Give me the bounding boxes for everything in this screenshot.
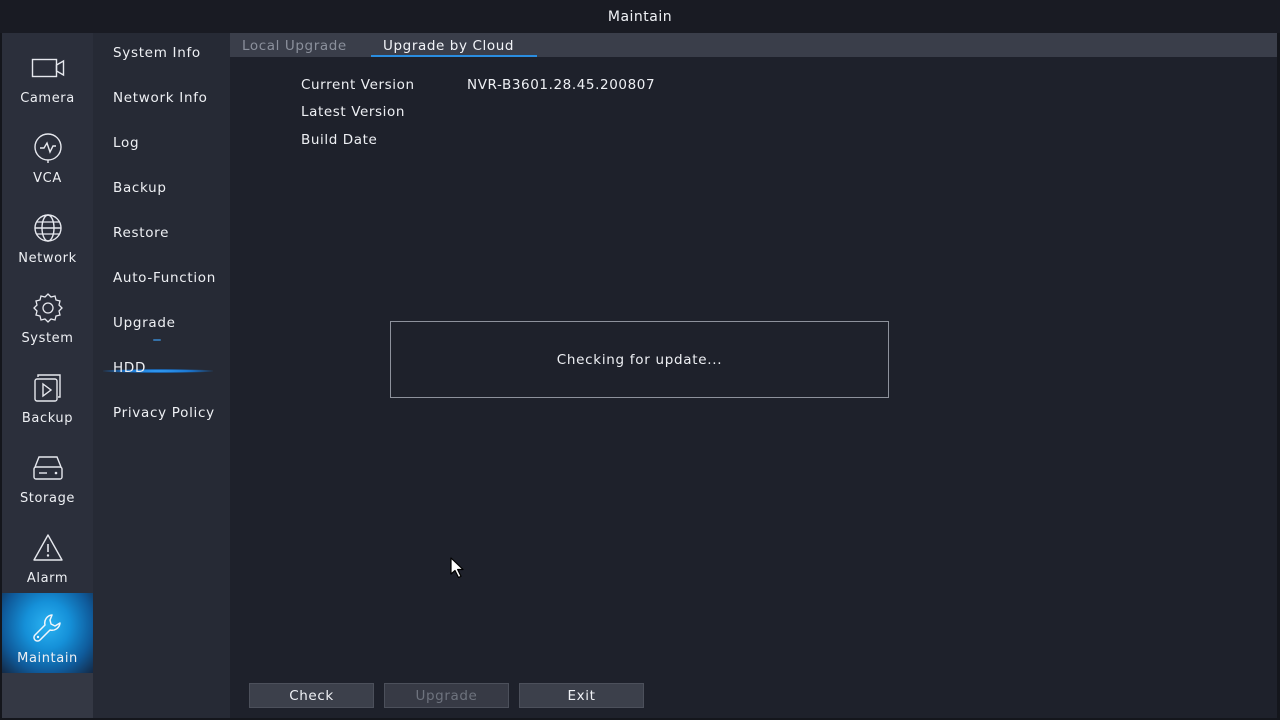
nav-item-system[interactable]: System <box>2 273 93 353</box>
wrench-icon <box>31 611 65 645</box>
nav-item-storage[interactable]: Storage <box>2 433 93 513</box>
backup-icon <box>31 371 65 405</box>
check-button[interactable]: Check <box>249 683 374 708</box>
nav-item-camera[interactable]: Camera <box>2 33 93 113</box>
sub-item-network-info[interactable]: Network Info <box>113 90 208 106</box>
nav-label: VCA <box>33 171 62 186</box>
window-title: Maintain <box>0 0 1280 33</box>
nav-label: Network <box>18 251 77 266</box>
sub-item-system-info[interactable]: System Info <box>113 45 201 61</box>
nav-item-network[interactable]: Network <box>2 193 93 273</box>
sub-menu: System Info Network Info Log Backup Rest… <box>93 33 230 718</box>
nav-item-alarm[interactable]: Alarm <box>2 513 93 593</box>
hdd-icon <box>31 451 65 485</box>
current-version-label: Current Version <box>301 77 415 93</box>
upgrade-button[interactable]: Upgrade <box>384 683 509 708</box>
tab-bar: Local Upgrade Upgrade by Cloud <box>230 33 1277 57</box>
build-date-label: Build Date <box>301 132 378 148</box>
sub-item-log[interactable]: Log <box>113 135 139 151</box>
nav-label: Maintain <box>17 651 78 666</box>
nav-label: Backup <box>21 411 74 426</box>
nav-footer <box>2 673 93 718</box>
sub-item-upgrade[interactable]: Upgrade <box>113 315 176 331</box>
nav-label: Camera <box>20 91 75 106</box>
sub-item-auto-function[interactable]: Auto-Function <box>113 270 216 286</box>
upgrade-panel: Current Version NVR-B3601.28.45.200807 L… <box>230 57 1277 718</box>
sub-item-restore[interactable]: Restore <box>113 225 169 241</box>
dialog-message: Checking for update... <box>556 351 723 368</box>
nav-label: Alarm <box>26 571 69 586</box>
current-version-value: NVR-B3601.28.45.200807 <box>467 77 656 93</box>
sub-item-privacy-policy[interactable]: Privacy Policy <box>113 405 215 421</box>
tab-upgrade-by-cloud[interactable]: Upgrade by Cloud <box>383 38 514 54</box>
nav-item-maintain[interactable]: Maintain <box>2 593 93 673</box>
mouse-cursor-icon <box>450 557 468 579</box>
nav-item-backup[interactable]: Backup <box>2 353 93 433</box>
nav-item-vca[interactable]: VCA <box>2 113 93 193</box>
latest-version-label: Latest Version <box>301 104 406 120</box>
tab-local-upgrade[interactable]: Local Upgrade <box>242 38 347 54</box>
exit-button[interactable]: Exit <box>519 683 644 708</box>
main-nav: Camera VCA Network System Backup Storage <box>2 33 93 718</box>
sub-item-backup[interactable]: Backup <box>113 180 167 196</box>
checking-dialog: Checking for update... <box>390 321 889 398</box>
nav-label: System <box>21 331 74 346</box>
camera-icon <box>31 51 65 85</box>
active-indicator-dot <box>153 339 161 341</box>
globe-icon <box>31 211 65 245</box>
warning-icon <box>31 531 65 565</box>
sub-item-hdd[interactable]: HDD <box>113 360 146 376</box>
nav-label: Storage <box>19 491 76 506</box>
gear-icon <box>31 291 65 325</box>
vca-icon <box>31 131 65 165</box>
